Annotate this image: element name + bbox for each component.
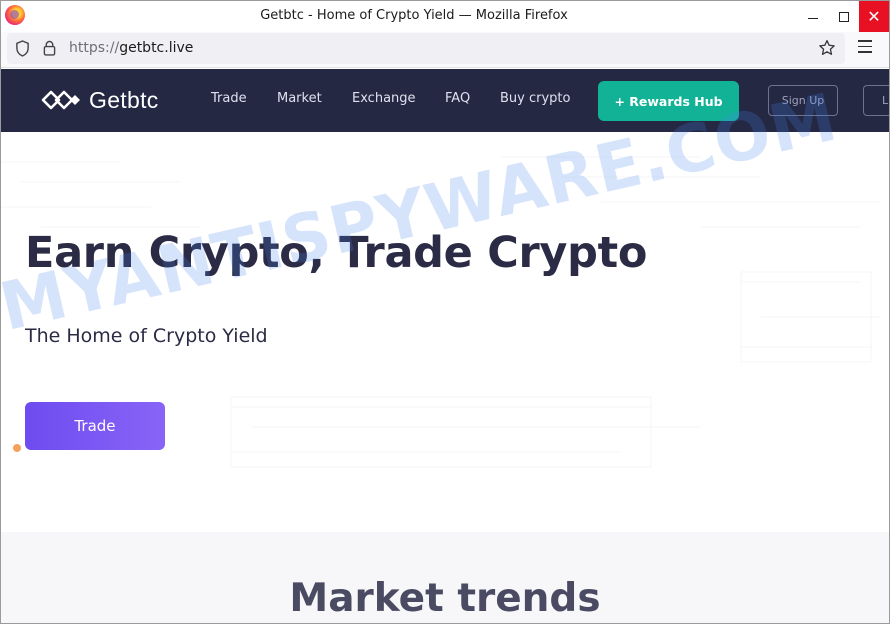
browser-toolbar: https://getbtc.live xyxy=(1,32,889,68)
hero-subtitle: The Home of Crypto Yield xyxy=(25,325,268,347)
url-text[interactable]: https://getbtc.live xyxy=(69,40,193,56)
lock-icon[interactable] xyxy=(43,40,56,56)
maximize-icon xyxy=(839,11,849,22)
browser-window: Getbtc - Home of Crypto Yield — Mozilla … xyxy=(0,0,890,624)
url-scheme: https:// xyxy=(69,40,120,56)
market-trends-title: Market trends xyxy=(289,576,601,621)
rewards-hub-button[interactable]: + Rewards Hub xyxy=(598,81,739,121)
nav-trade[interactable]: Trade xyxy=(211,91,247,106)
hero-title: Earn Crypto, Trade Crypto xyxy=(25,228,648,278)
url-bar[interactable]: https://getbtc.live xyxy=(7,33,845,64)
nav-market[interactable]: Market xyxy=(277,91,322,106)
shield-icon[interactable] xyxy=(15,40,30,57)
minimize-button[interactable] xyxy=(798,1,828,32)
nav-faq[interactable]: FAQ xyxy=(445,91,470,106)
url-host: getbtc.live xyxy=(119,40,194,56)
bookmark-star-icon[interactable] xyxy=(818,39,836,57)
orange-dot xyxy=(13,444,21,452)
minimize-icon xyxy=(808,18,818,19)
brand-logo[interactable]: Getbtc xyxy=(41,85,159,115)
window-title: Getbtc - Home of Crypto Yield — Mozilla … xyxy=(260,8,568,23)
site-header: Getbtc Trade Market Exchange FAQ Buy cry… xyxy=(1,69,889,132)
title-bar: Getbtc - Home of Crypto Yield — Mozilla … xyxy=(1,1,889,32)
nav-exchange[interactable]: Exchange xyxy=(352,91,416,106)
market-trends-section: Market trends xyxy=(1,532,889,623)
brand-name: Getbtc xyxy=(89,86,159,113)
hamburger-menu-icon[interactable] xyxy=(858,40,872,54)
sign-up-button[interactable]: Sign Up xyxy=(768,85,838,116)
trade-cta-button[interactable]: Trade xyxy=(25,402,165,450)
login-button[interactable]: L xyxy=(863,85,889,116)
maximize-button[interactable] xyxy=(829,1,859,32)
nav-buy-crypto[interactable]: Buy crypto xyxy=(500,91,570,106)
getbtc-logo-icon xyxy=(41,90,80,110)
close-icon: ✕ xyxy=(867,7,881,26)
close-button[interactable]: ✕ xyxy=(859,1,889,32)
hero-section: Earn Crypto, Trade Crypto The Home of Cr… xyxy=(1,132,889,532)
